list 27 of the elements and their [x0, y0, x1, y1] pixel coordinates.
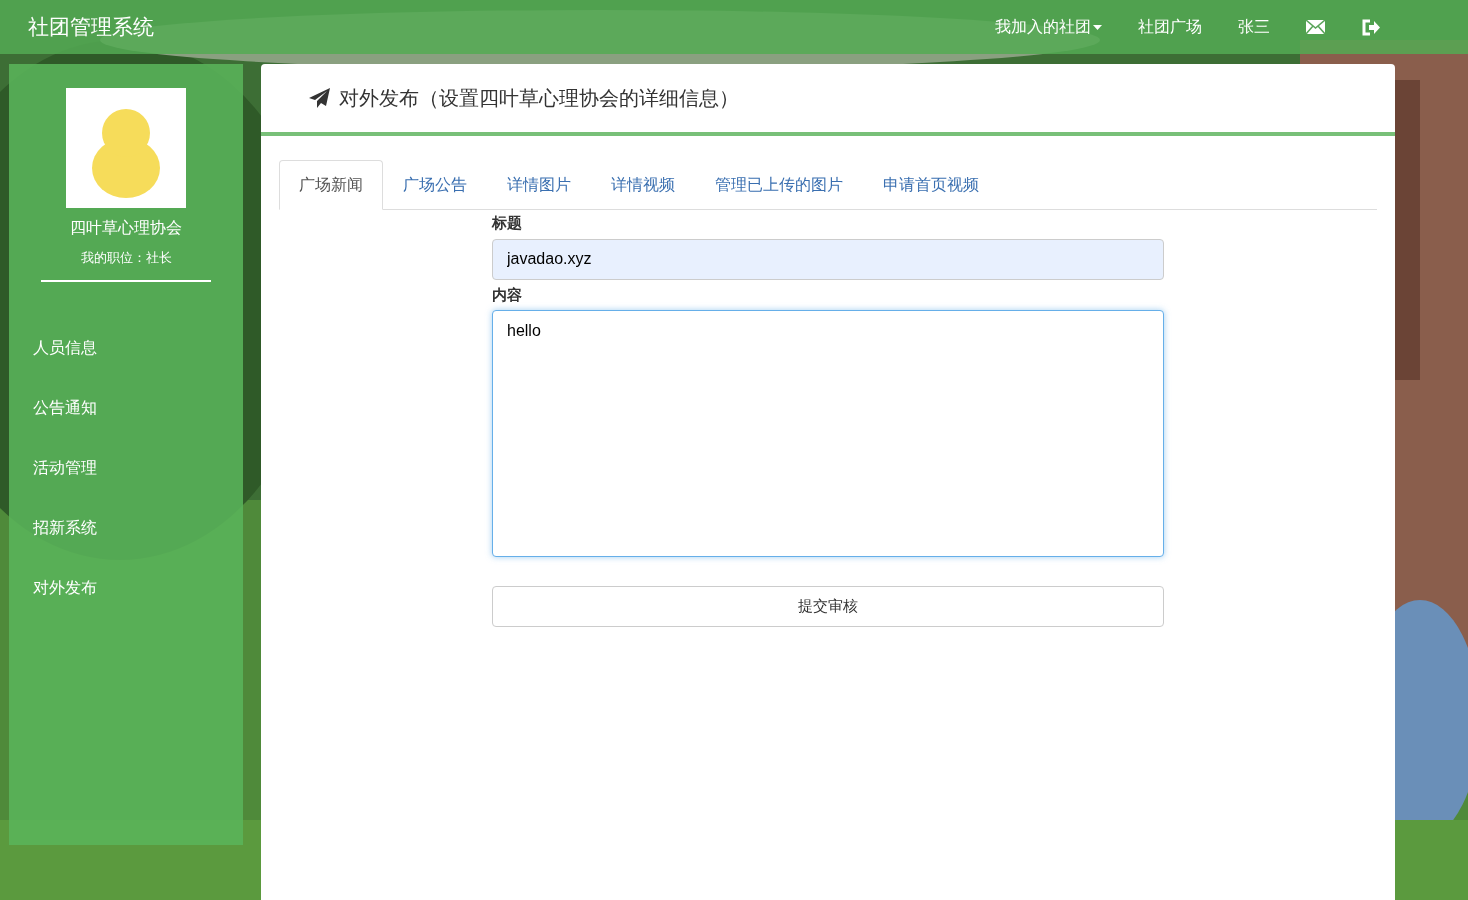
caret-icon: [1093, 25, 1102, 31]
tab[interactable]: 广场公告: [383, 160, 487, 210]
mail-icon[interactable]: [1306, 20, 1325, 34]
tab[interactable]: 管理已上传的图片: [695, 160, 863, 210]
tab[interactable]: 申请首页视频: [863, 160, 999, 210]
sidebar-item[interactable]: 公告通知: [9, 377, 243, 438]
club-name: 四叶草心理协会: [69, 218, 183, 238]
panel-title: 对外发布（设置四叶草心理协会的详细信息）: [339, 86, 739, 111]
content-textarea[interactable]: hello: [492, 310, 1164, 557]
nav-link[interactable]: 社团广场: [1138, 15, 1202, 39]
submit-button[interactable]: 提交审核: [492, 585, 1164, 627]
sidebar-item[interactable]: 招新系统: [9, 497, 243, 558]
title-input[interactable]: javadao.xyz: [492, 238, 1164, 280]
dropdown-link[interactable]: 我加入的社团: [995, 15, 1102, 39]
sidebar-item[interactable]: 活动管理: [9, 437, 243, 498]
tab[interactable]: 广场新闻: [279, 160, 383, 210]
field-label: 标题: [492, 213, 523, 233]
logout-icon[interactable]: [1361, 18, 1380, 36]
nav-link[interactable]: 张三: [1238, 15, 1270, 39]
tab[interactable]: 详情视频: [591, 160, 695, 210]
paper-plane-icon: [309, 88, 331, 108]
sidebar-item[interactable]: 对外发布: [9, 557, 243, 618]
position-text: 我的职位：社长: [79, 249, 173, 267]
sidebar-item[interactable]: 人员信息: [9, 317, 243, 378]
brand-title[interactable]: 社团管理系统: [28, 11, 154, 43]
field-label: 内容: [492, 284, 523, 305]
tab[interactable]: 详情图片: [487, 160, 591, 210]
